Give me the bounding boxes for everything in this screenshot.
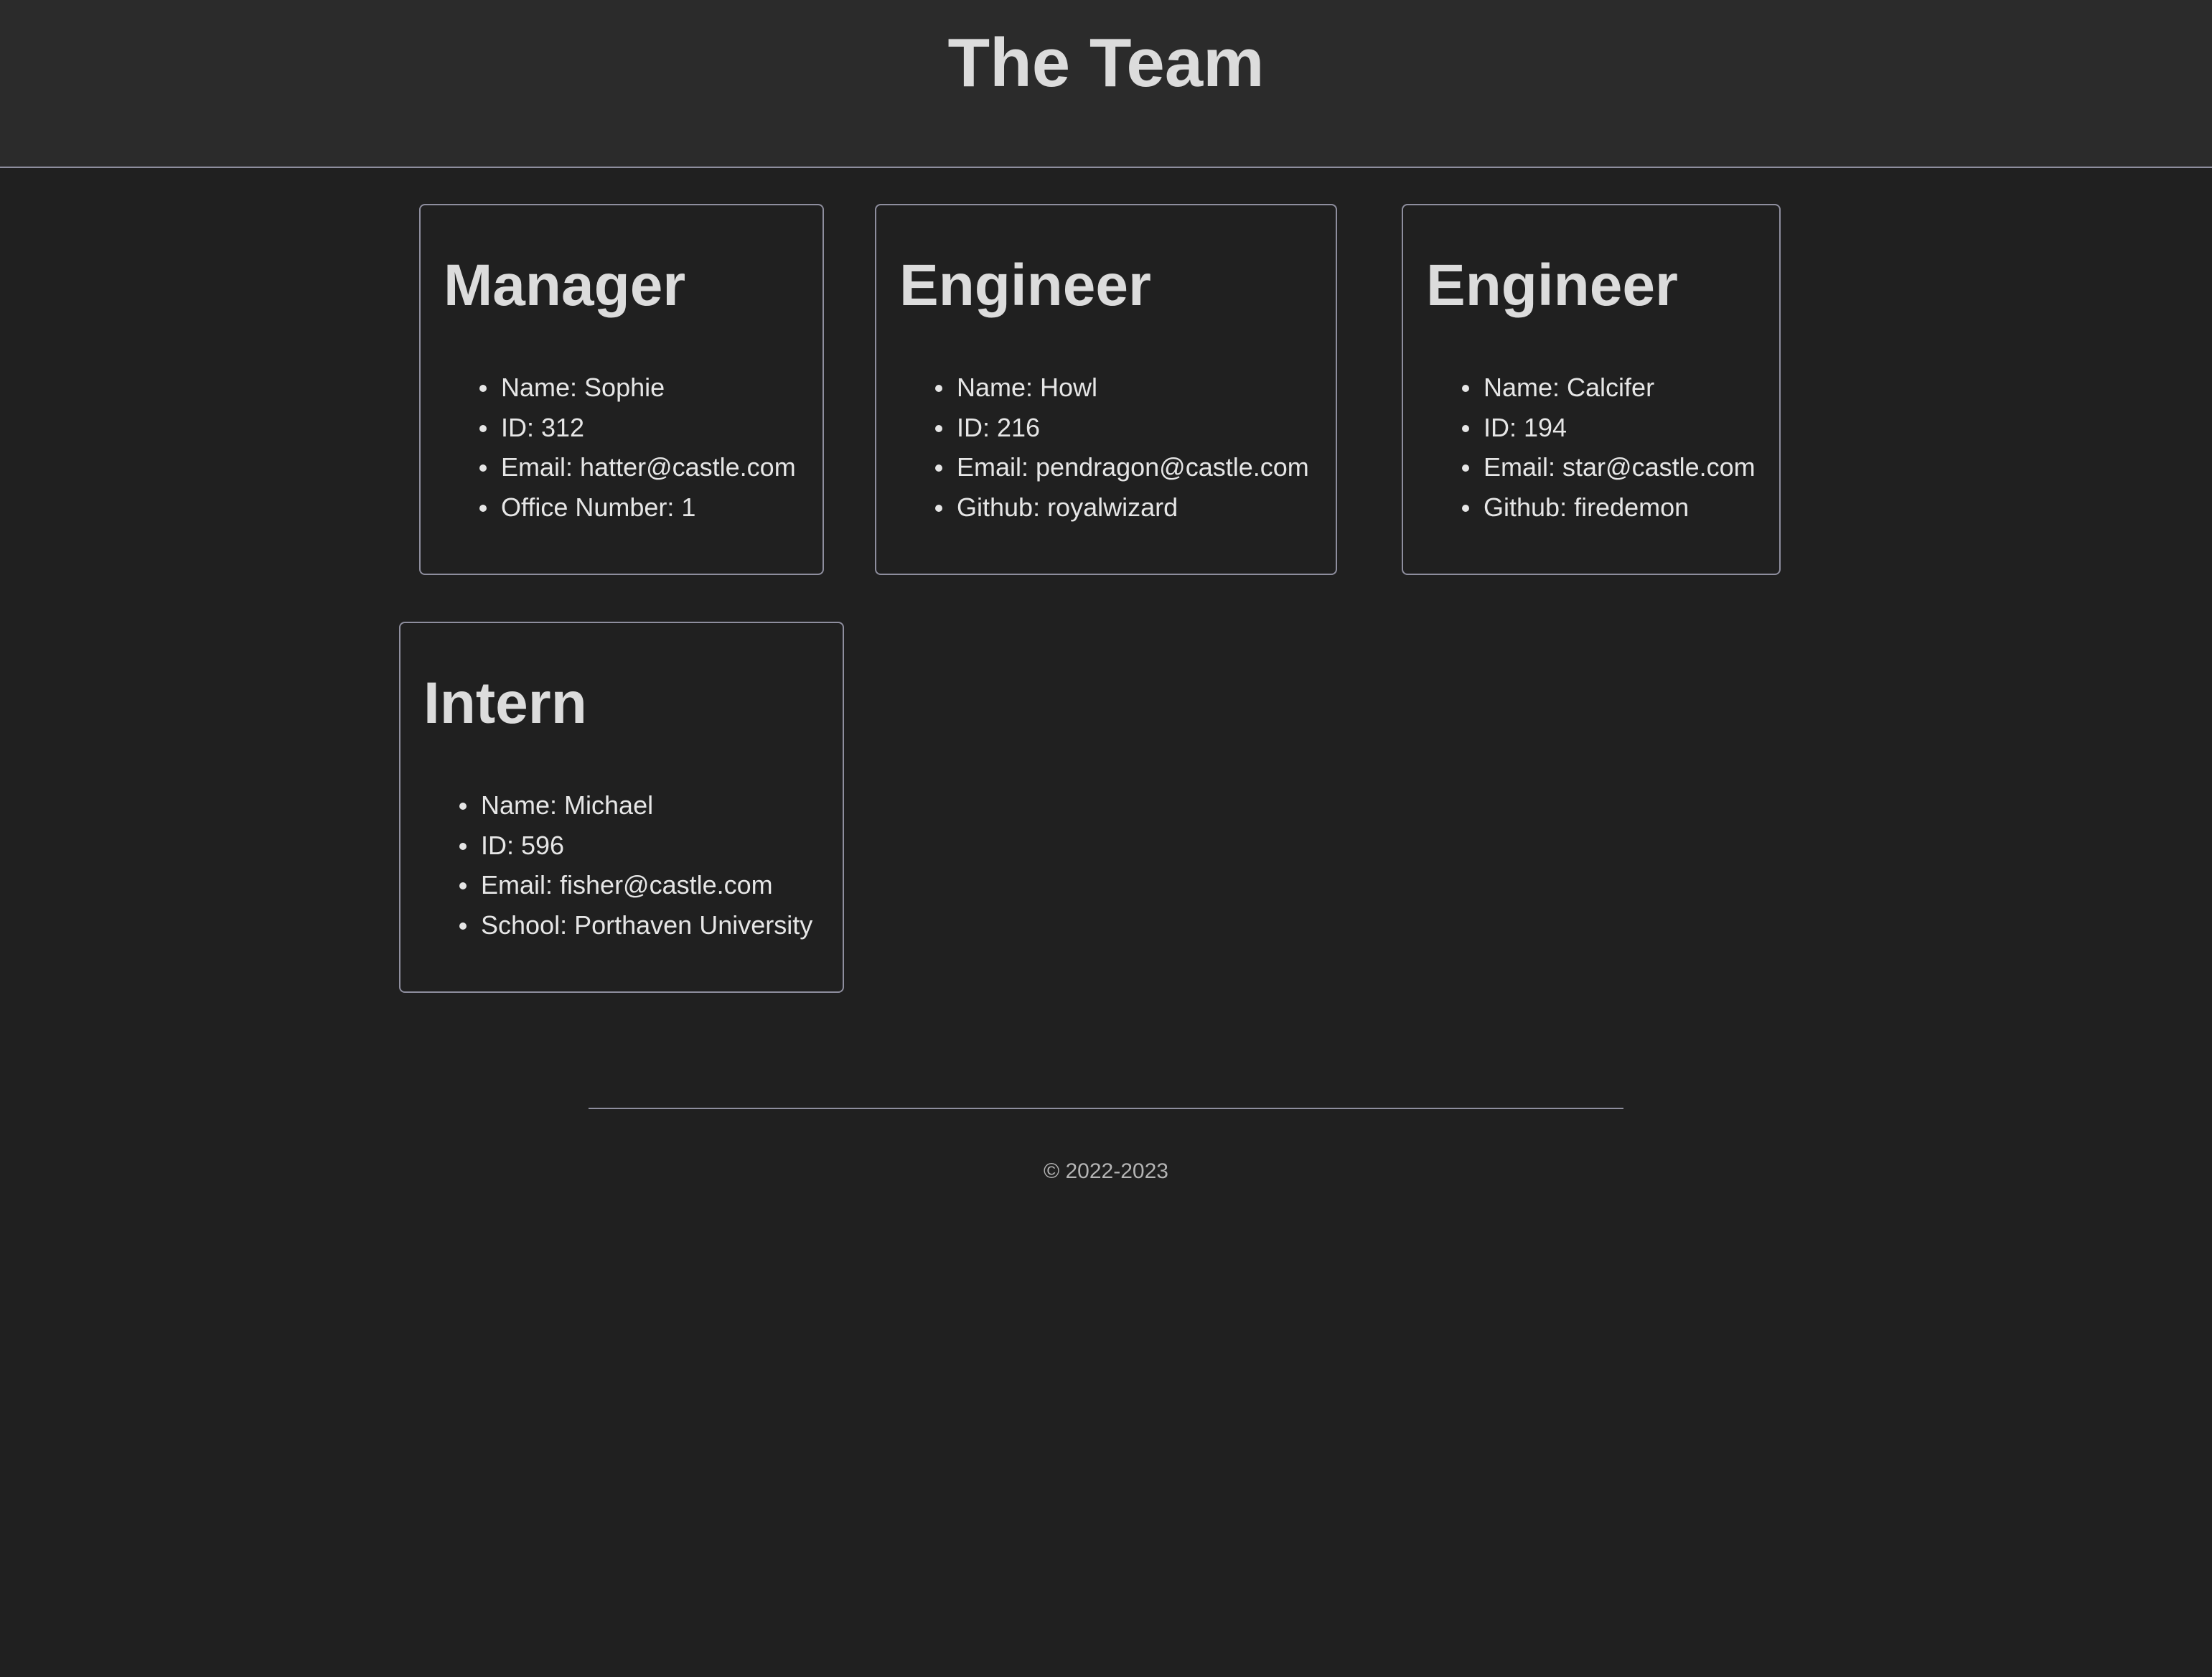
page-title: The Team xyxy=(947,24,1265,101)
card-role-title: Manager xyxy=(444,253,686,318)
card-details-list: Name: Calcifer ID: 194 Email: star@castl… xyxy=(1403,368,1756,527)
list-item-email: Email: fisher@castle.com xyxy=(459,865,812,905)
list-item-github: Github: firedemon xyxy=(1462,487,1756,528)
list-item-email: Email: pendragon@castle.com xyxy=(935,447,1309,487)
list-item-id: ID: 312 xyxy=(479,408,796,448)
intern-card: Intern Name: Michael ID: 596 Email: fish… xyxy=(399,622,844,993)
list-item-id: ID: 596 xyxy=(459,826,812,866)
manager-card: Manager Name: Sophie ID: 312 Email: hatt… xyxy=(419,204,824,575)
card-role-title: Engineer xyxy=(899,253,1151,318)
card-role-title: Engineer xyxy=(1426,253,1678,318)
card-details-list: Name: Sophie ID: 312 Email: hatter@castl… xyxy=(421,368,796,527)
footer-divider xyxy=(589,1108,1623,1109)
list-item-name: Name: Michael xyxy=(459,785,812,826)
list-item-name: Name: Sophie xyxy=(479,368,796,408)
card-details-list: Name: Howl ID: 216 Email: pendragon@cast… xyxy=(876,368,1309,527)
list-item-github: Github: royalwizard xyxy=(935,487,1309,528)
list-item-id: ID: 194 xyxy=(1462,408,1756,448)
engineer-card: Engineer Name: Calcifer ID: 194 Email: s… xyxy=(1402,204,1781,575)
list-item-email: Email: hatter@castle.com xyxy=(479,447,796,487)
list-item-name: Name: Calcifer xyxy=(1462,368,1756,408)
list-item-id: ID: 216 xyxy=(935,408,1309,448)
footer-copyright: © 2022-2023 xyxy=(1044,1159,1168,1183)
list-item-office-number: Office Number: 1 xyxy=(479,487,796,528)
list-item-name: Name: Howl xyxy=(935,368,1309,408)
card-role-title: Intern xyxy=(423,671,587,736)
card-details-list: Name: Michael ID: 596 Email: fisher@cast… xyxy=(400,785,812,945)
list-item-school: School: Porthaven University xyxy=(459,905,812,945)
page-header: The Team xyxy=(0,0,2212,168)
engineer-card: Engineer Name: Howl ID: 216 Email: pendr… xyxy=(875,204,1337,575)
list-item-email: Email: star@castle.com xyxy=(1462,447,1756,487)
